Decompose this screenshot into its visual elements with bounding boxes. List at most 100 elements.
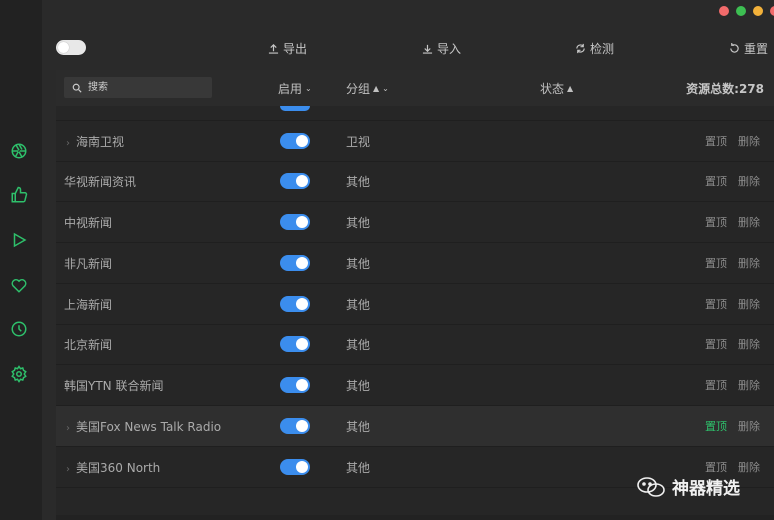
group-header-label: 分组 — [346, 82, 371, 96]
chevron-right-icon[interactable]: › — [66, 138, 70, 149]
status-header-label: 状态 — [540, 82, 565, 96]
reset-button[interactable]: 重置 — [729, 40, 768, 57]
pin-button[interactable]: 置顶 — [705, 336, 727, 352]
table-row[interactable]: › 美国Fox News Talk Radio 其他 置顶 删除 — [56, 406, 774, 447]
check-button[interactable]: 检测 — [575, 40, 614, 57]
enable-toggle[interactable] — [280, 173, 310, 189]
status-column-header[interactable]: 状态 ▲ — [540, 80, 573, 97]
enable-toggle[interactable] — [280, 459, 310, 475]
group-cell: 其他 — [346, 216, 371, 230]
pin-button[interactable]: 置顶 — [705, 133, 727, 149]
enable-toggle[interactable] — [280, 106, 310, 111]
group-cell: 其他 — [346, 338, 371, 352]
delete-button[interactable]: 删除 — [738, 296, 760, 312]
pin-button[interactable]: 置顶 — [705, 255, 727, 271]
pin-button[interactable]: 置顶 — [705, 377, 727, 393]
chevron-right-icon[interactable]: › — [66, 423, 70, 434]
pin-button[interactable]: 置顶 — [705, 459, 727, 475]
group-cell: 其他 — [346, 420, 371, 434]
table-row[interactable]: 韩国YTN 联合新闻 其他 置顶 删除 — [56, 365, 774, 406]
delete-button[interactable]: 删除 — [738, 459, 760, 475]
import-button[interactable]: 导入 — [422, 40, 461, 57]
pin-button[interactable]: 置顶 — [705, 173, 727, 189]
global-toggle[interactable] — [56, 40, 86, 55]
reset-label: 重置 — [744, 42, 769, 56]
sort-icon[interactable]: ▲ — [373, 84, 379, 93]
refresh-icon — [576, 43, 585, 54]
table-row[interactable]: 非凡新闻 其他 置顶 删除 — [56, 243, 774, 284]
table-row[interactable]: › 海南卫视 卫视 置顶 删除 — [56, 121, 774, 162]
watermark: 神器精选 — [636, 474, 740, 499]
thumbs-up-icon[interactable] — [10, 186, 28, 204]
group-cell: 其他 — [346, 175, 371, 189]
channel-name-cell: 北京新闻 — [64, 336, 112, 353]
delete-button[interactable]: 删除 — [738, 336, 760, 352]
search-input[interactable] — [86, 81, 210, 94]
search-box[interactable] — [64, 77, 212, 98]
download-icon — [422, 44, 433, 54]
aperture-icon[interactable] — [10, 142, 28, 160]
table-header: 启用 ⌄ 分组 ▲ ⌄ 状态 ▲ 资源总数:278 — [56, 70, 774, 106]
delete-button[interactable]: 删除 — [738, 214, 760, 230]
window-close-button[interactable] — [719, 6, 729, 16]
enable-toggle[interactable] — [280, 418, 310, 434]
channel-name: 北京新闻 — [64, 338, 113, 352]
channel-name: 美国Fox News Talk Radio — [76, 420, 222, 434]
toolbar: 导出 导入 检测 重置 — [42, 30, 774, 66]
chevron-right-icon[interactable]: › — [66, 464, 70, 475]
group-cell: 其他 — [346, 257, 371, 271]
enable-toggle[interactable] — [280, 133, 310, 149]
table-row[interactable]: 华视新闻资讯 其他 置顶 删除 — [56, 161, 774, 202]
heart-icon[interactable] — [10, 276, 28, 294]
check-label: 检测 — [590, 42, 615, 56]
pin-button[interactable]: 置顶 — [705, 214, 727, 230]
reset-icon — [730, 43, 739, 53]
channel-name: 海南卫视 — [76, 135, 125, 149]
delete-button[interactable]: 删除 — [738, 255, 760, 271]
pin-button[interactable]: 置顶 — [705, 296, 727, 312]
table-row-partial — [56, 106, 774, 121]
pin-button[interactable]: 置顶 — [705, 418, 727, 434]
channel-name-cell: › 美国360 North — [66, 459, 160, 476]
watermark-text: 神器精选 — [672, 479, 740, 499]
search-icon — [72, 83, 82, 93]
channel-name: 上海新闻 — [64, 298, 113, 312]
total-count: 资源总数:278 — [686, 82, 764, 96]
channel-name-cell: › 美国Fox News Talk Radio — [66, 418, 221, 435]
channel-name-cell: 华视新闻资讯 — [64, 173, 136, 190]
table-footer — [56, 515, 774, 520]
enabled-column-header[interactable]: 启用 ⌄ — [278, 80, 312, 97]
settings-icon[interactable] — [10, 365, 28, 383]
delete-button[interactable]: 删除 — [738, 173, 760, 189]
channel-name: 华视新闻资讯 — [64, 175, 137, 189]
group-column-header[interactable]: 分组 ▲ ⌄ — [346, 80, 389, 97]
window-maximize-button[interactable] — [736, 6, 746, 16]
filter-chevron-icon[interactable]: ⌄ — [382, 84, 389, 93]
play-icon[interactable] — [10, 231, 28, 249]
channel-name: 美国360 North — [76, 461, 161, 475]
window-extra-button[interactable] — [770, 6, 774, 16]
export-button[interactable]: 导出 — [268, 40, 307, 57]
delete-button[interactable]: 删除 — [738, 133, 760, 149]
sidebar — [0, 0, 42, 520]
group-cell: 其他 — [346, 461, 371, 475]
enable-toggle[interactable] — [280, 214, 310, 230]
channel-name-cell: 韩国YTN 联合新闻 — [64, 377, 163, 394]
channel-table: 启用 ⌄ 分组 ▲ ⌄ 状态 ▲ 资源总数:278 ›海南卫视卫视置顶删除华视新… — [56, 70, 774, 515]
upload-icon — [268, 43, 279, 54]
window-minimize-button[interactable] — [753, 6, 763, 16]
table-row[interactable]: 上海新闻 其他 置顶 删除 — [56, 284, 774, 325]
table-row[interactable]: 中视新闻 其他 置顶 删除 — [56, 202, 774, 243]
channel-name-cell: 非凡新闻 — [64, 255, 112, 272]
sort-icon[interactable]: ▲ — [567, 84, 573, 93]
table-row[interactable]: 北京新闻 其他 置顶 删除 — [56, 324, 774, 365]
enable-toggle[interactable] — [280, 296, 310, 312]
enable-toggle[interactable] — [280, 336, 310, 352]
clock-icon[interactable] — [10, 320, 28, 338]
enabled-header-label: 启用 — [278, 82, 303, 96]
channel-name: 非凡新闻 — [64, 257, 113, 271]
enable-toggle[interactable] — [280, 377, 310, 393]
delete-button[interactable]: 删除 — [738, 418, 760, 434]
enable-toggle[interactable] — [280, 255, 310, 271]
delete-button[interactable]: 删除 — [738, 377, 760, 393]
